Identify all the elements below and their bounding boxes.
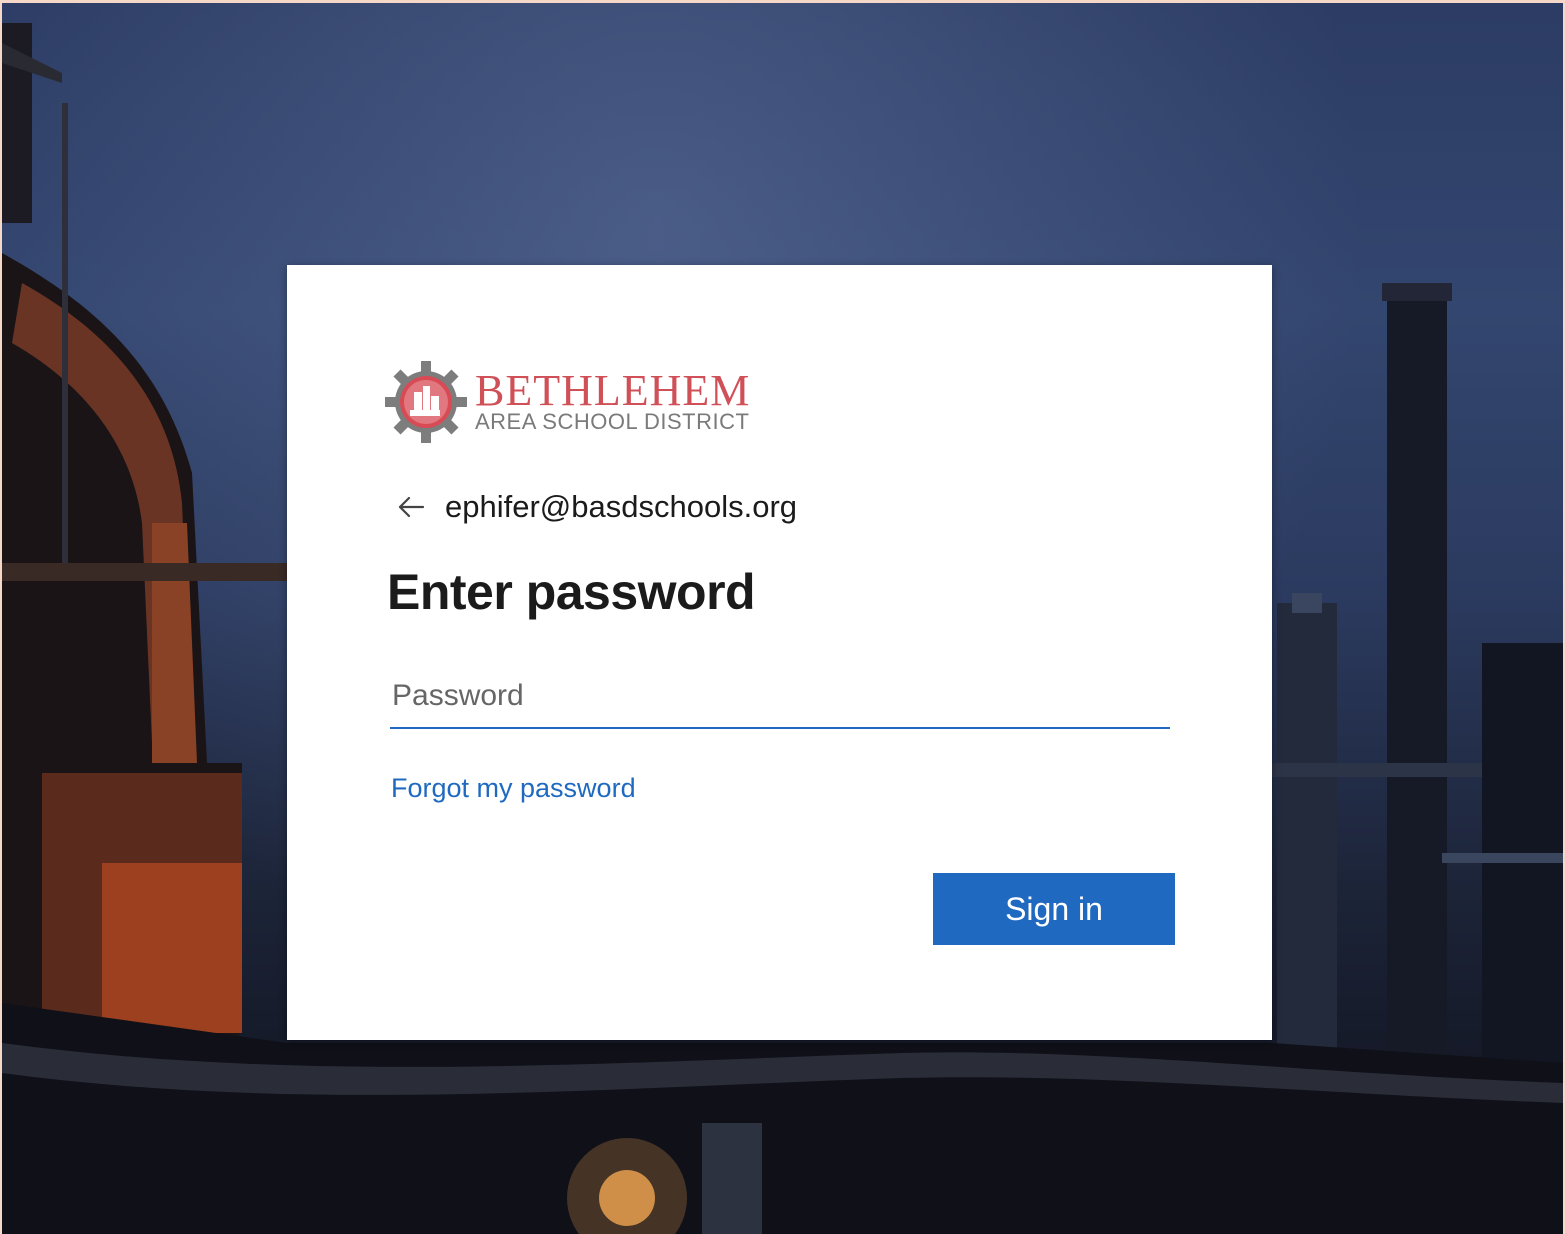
password-input[interactable] (390, 665, 1170, 729)
identity-banner[interactable]: ephifer@basdschools.org (395, 489, 797, 525)
district-logo: BETHLEHEM AREA SCHOOL DISTRICT (385, 361, 750, 443)
logo-name: BETHLEHEM (475, 366, 751, 415)
logo-subtitle: AREA SCHOOL DISTRICT (475, 409, 750, 434)
arrow-left-icon[interactable] (395, 491, 427, 523)
sign-in-button[interactable]: Sign in (933, 873, 1175, 945)
page-title: Enter password (387, 564, 756, 620)
account-email: ephifer@basdschools.org (445, 489, 798, 524)
forgot-password-link[interactable]: Forgot my password (391, 773, 636, 804)
sign-in-card: BETHLEHEM AREA SCHOOL DISTRICT ephifer@b… (287, 265, 1272, 1040)
gear-logo-icon (385, 361, 467, 443)
background-photo: BETHLEHEM AREA SCHOOL DISTRICT ephifer@b… (2, 3, 1563, 1234)
